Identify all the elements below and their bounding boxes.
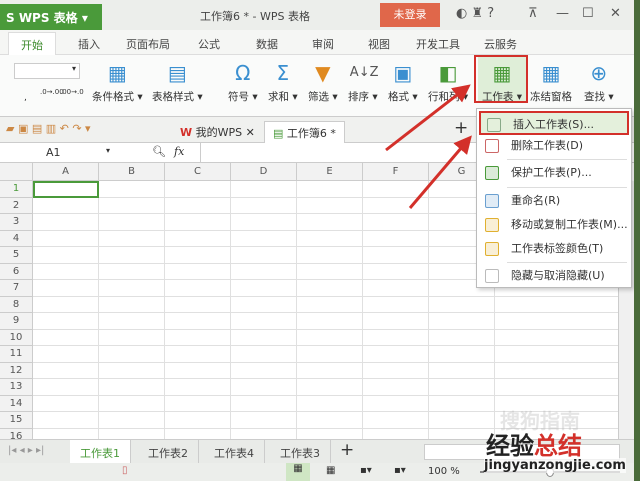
wps-window: S WPS 表格 ▾ 工作簿6 * - WPS 表格 未登录 ◐ ♜ ? ⊼ —…	[0, 0, 634, 481]
arrow-to-worksheet-button	[385, 84, 471, 152]
watermark-faint: 搜狗指南	[500, 409, 580, 433]
watermark-url: jingyanzongjie.com	[484, 458, 626, 473]
window-frame	[634, 0, 640, 481]
arrow-to-insert-sheet	[408, 135, 472, 209]
